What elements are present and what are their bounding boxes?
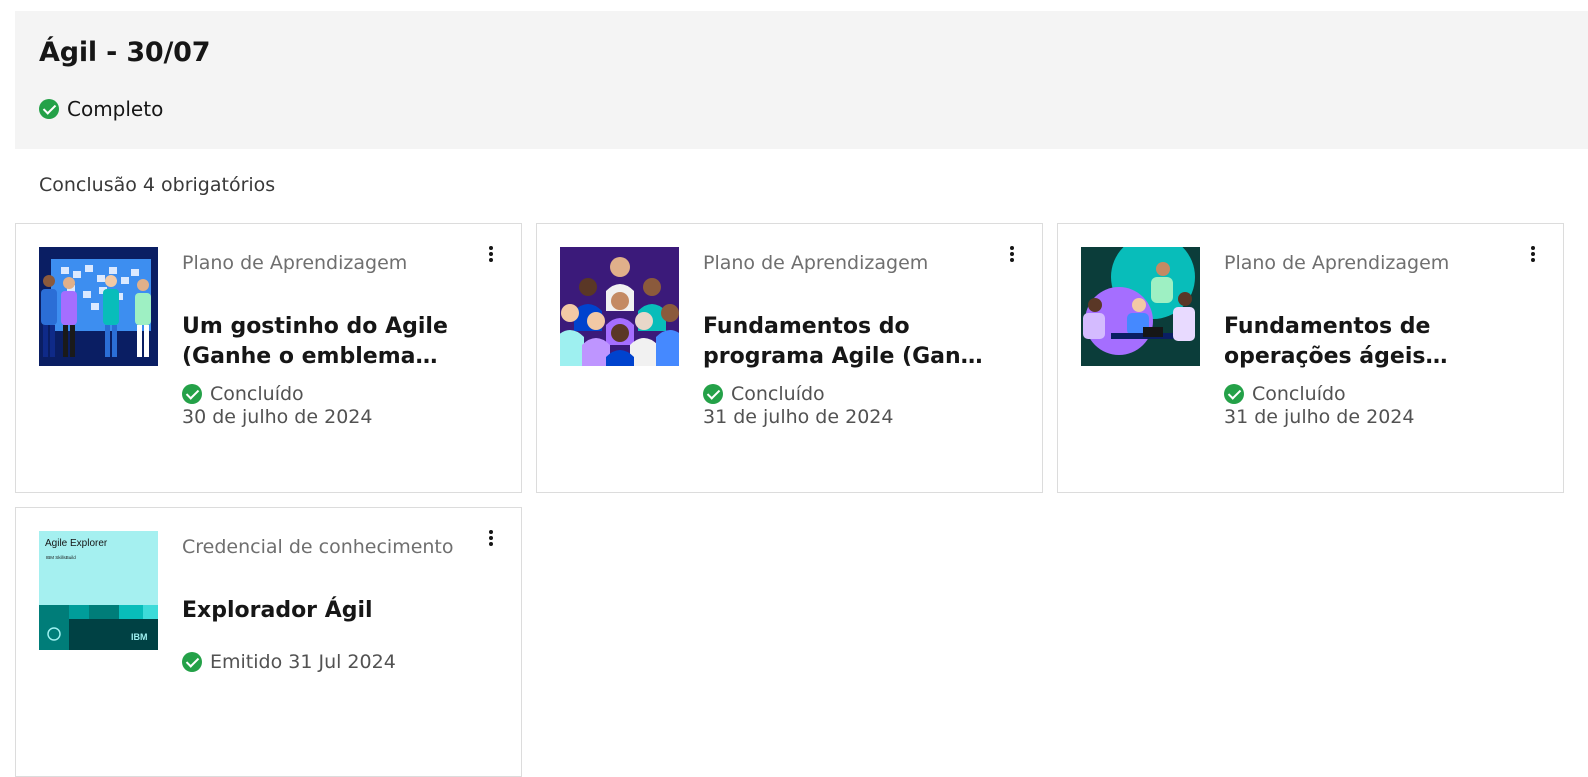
card-title-text[interactable]: Fundamentos de operações ágeis (Ganhe o … <box>1224 312 1514 372</box>
card-thumbnail <box>1081 247 1200 366</box>
plan-status-label: Completo <box>67 97 164 121</box>
card-title[interactable]: Fundamentos do programa Agile (Ganhe o e… <box>703 312 993 372</box>
card-completion-date: 31 de julho de 2024 <box>703 406 894 428</box>
checkmark-icon <box>39 99 59 119</box>
team-illustration <box>560 247 679 366</box>
badge-thumbnail: Agile Explorer IBM SkillsBuild IBM <box>39 531 158 650</box>
card-title[interactable]: Explorador Ágil <box>182 596 472 626</box>
card-status-label: Concluído <box>210 383 304 405</box>
activity-card[interactable]: Plano de Aprendizagem Fundamentos do pro… <box>536 223 1043 493</box>
overflow-menu-icon[interactable] <box>481 242 501 266</box>
card-type: Credencial de conhecimento <box>182 536 454 558</box>
overflow-menu-icon[interactable] <box>481 526 501 550</box>
card-type: Plano de Aprendizagem <box>182 252 408 274</box>
card-title-text[interactable]: Um gostinho do Agile (Ganhe o emblema Ag… <box>182 312 472 372</box>
activity-card[interactable]: Plano de Aprendizagem Fundamentos de ope… <box>1057 223 1564 493</box>
requirement-summary: Conclusão 4 obrigatórios <box>39 174 276 196</box>
card-type: Plano de Aprendizagem <box>703 252 929 274</box>
card-title[interactable]: Um gostinho do Agile (Ganhe o emblema Ag… <box>182 312 472 372</box>
operations-illustration <box>1081 247 1200 366</box>
card-status-label: Concluído <box>731 383 825 405</box>
card-type: Plano de Aprendizagem <box>1224 252 1450 274</box>
page-title: Ágil - 30/07 <box>39 37 211 68</box>
plan-status: Completo <box>39 97 163 121</box>
checkmark-icon <box>182 652 202 672</box>
agile-board-illustration <box>39 247 158 366</box>
card-status: Concluído <box>1224 383 1346 405</box>
card-completion-date: 30 de julho de 2024 <box>182 406 373 428</box>
card-issued-label: Emitido 31 Jul 2024 <box>210 651 396 673</box>
card-status: Concluído <box>703 383 825 405</box>
card-status-label: Concluído <box>1252 383 1346 405</box>
card-thumbnail <box>39 247 158 366</box>
checkmark-icon <box>182 384 202 404</box>
card-completion-date: 31 de julho de 2024 <box>1224 406 1415 428</box>
badge-brand: IBM <box>131 632 148 642</box>
card-title-text[interactable]: Fundamentos do programa Agile (Ganhe o e… <box>703 312 993 372</box>
badge-name: Agile Explorer <box>45 538 108 549</box>
card-thumbnail <box>560 247 679 366</box>
plan-header: Ágil - 30/07 Completo <box>15 11 1588 149</box>
credential-card[interactable]: Agile Explorer IBM SkillsBuild IBM Crede… <box>15 507 522 777</box>
card-status: Concluído <box>182 383 304 405</box>
badge-issuer: IBM SkillsBuild <box>46 555 76 560</box>
checkmark-icon <box>703 384 723 404</box>
checkmark-icon <box>1224 384 1244 404</box>
badge-image: Agile Explorer IBM SkillsBuild IBM <box>39 531 158 650</box>
card-title[interactable]: Fundamentos de operações ágeis (Ganhe o … <box>1224 312 1514 372</box>
card-status: Emitido 31 Jul 2024 <box>182 651 396 673</box>
card-title-text[interactable]: Explorador Ágil <box>182 596 472 626</box>
page: Ágil - 30/07 Completo Conclusão 4 obriga… <box>0 0 1588 777</box>
overflow-menu-icon[interactable] <box>1002 242 1022 266</box>
activity-card[interactable]: Plano de Aprendizagem Um gostinho do Agi… <box>15 223 522 493</box>
overflow-menu-icon[interactable] <box>1523 242 1543 266</box>
